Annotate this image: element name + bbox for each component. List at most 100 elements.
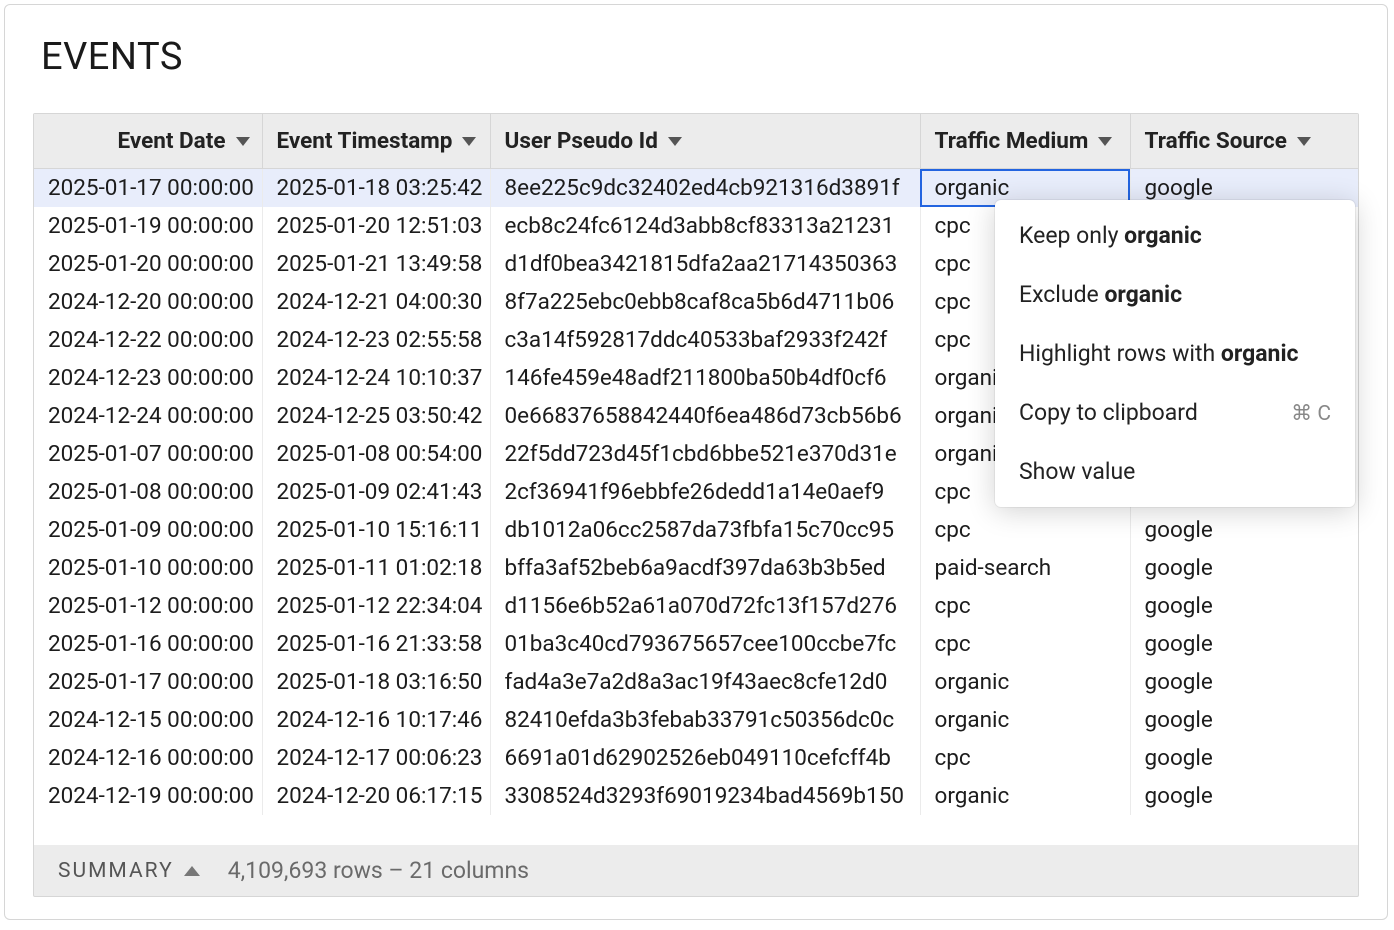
table-row[interactable]: 2025-01-12 00:00:002025-01-12 22:34:04d1…: [34, 587, 1358, 625]
table-row[interactable]: 2025-01-16 00:00:002025-01-16 21:33:5801…: [34, 625, 1358, 663]
cell-user-pseudo-id[interactable]: db1012a06cc2587da73fbfa15c70cc95: [490, 511, 920, 549]
col-label: Traffic Source: [1145, 128, 1287, 154]
table-row[interactable]: 2024-12-15 00:00:002024-12-16 10:17:4682…: [34, 701, 1358, 739]
col-header-traffic-source[interactable]: Traffic Source: [1130, 114, 1358, 169]
caret-down-icon: [1098, 137, 1112, 146]
cell-user-pseudo-id[interactable]: fad4a3e7a2d8a3ac19f43aec8cfe12d0: [490, 663, 920, 701]
cell-event-date[interactable]: 2025-01-16 00:00:00: [34, 625, 262, 663]
cell-event-timestamp[interactable]: 2025-01-20 12:51:03: [262, 207, 490, 245]
cell-traffic-source[interactable]: google: [1130, 587, 1358, 625]
events-panel: EVENTS Event Date: [4, 4, 1388, 920]
cell-traffic-medium[interactable]: cpc: [920, 739, 1130, 777]
cell-user-pseudo-id[interactable]: 8f7a225ebc0ebb8caf8ca5b6d4711b06: [490, 283, 920, 321]
cell-traffic-medium[interactable]: cpc: [920, 511, 1130, 549]
caret-down-icon: [236, 137, 250, 146]
chevron-up-icon: [184, 866, 200, 876]
table-row[interactable]: 2025-01-10 00:00:002025-01-11 01:02:18bf…: [34, 549, 1358, 587]
cell-event-date[interactable]: 2024-12-15 00:00:00: [34, 701, 262, 739]
cell-event-date[interactable]: 2025-01-12 00:00:00: [34, 587, 262, 625]
menu-copy-clipboard[interactable]: Copy to clipboard ⌘ C: [995, 383, 1355, 442]
table-row[interactable]: 2024-12-16 00:00:002024-12-17 00:06:2366…: [34, 739, 1358, 777]
cell-traffic-source[interactable]: google: [1130, 663, 1358, 701]
cell-event-date[interactable]: 2025-01-10 00:00:00: [34, 549, 262, 587]
cell-event-timestamp[interactable]: 2025-01-11 01:02:18: [262, 549, 490, 587]
cell-user-pseudo-id[interactable]: 8ee225c9dc32402ed4cb921316d3891f: [490, 169, 920, 208]
col-header-event-date[interactable]: Event Date: [34, 114, 262, 169]
cell-event-timestamp[interactable]: 2025-01-12 22:34:04: [262, 587, 490, 625]
cell-traffic-medium[interactable]: organic: [920, 663, 1130, 701]
cell-event-timestamp[interactable]: 2025-01-09 02:41:43: [262, 473, 490, 511]
cell-traffic-source[interactable]: google: [1130, 701, 1358, 739]
summary-toggle[interactable]: SUMMARY: [58, 859, 200, 883]
table-row[interactable]: 2025-01-09 00:00:002025-01-10 15:16:11db…: [34, 511, 1358, 549]
cell-traffic-medium[interactable]: paid-search: [920, 549, 1130, 587]
cell-user-pseudo-id[interactable]: c3a14f592817ddc40533baf2933f242f: [490, 321, 920, 359]
cell-event-date[interactable]: 2025-01-07 00:00:00: [34, 435, 262, 473]
cell-event-date[interactable]: 2025-01-17 00:00:00: [34, 663, 262, 701]
cell-event-timestamp[interactable]: 2024-12-16 10:17:46: [262, 701, 490, 739]
cell-user-pseudo-id[interactable]: 3308524d3293f69019234bad4569b150: [490, 777, 920, 815]
cell-user-pseudo-id[interactable]: 146fe459e48adf211800ba50b4df0cf6: [490, 359, 920, 397]
cell-event-date[interactable]: 2025-01-17 00:00:00: [34, 169, 262, 208]
cell-traffic-medium[interactable]: cpc: [920, 625, 1130, 663]
cell-event-timestamp[interactable]: 2024-12-21 04:00:30: [262, 283, 490, 321]
cell-event-date[interactable]: 2025-01-09 00:00:00: [34, 511, 262, 549]
cell-traffic-source[interactable]: google: [1130, 549, 1358, 587]
cell-traffic-source[interactable]: google: [1130, 777, 1358, 815]
cell-user-pseudo-id[interactable]: 0e66837658842440f6ea486d73cb56b6: [490, 397, 920, 435]
cell-traffic-source[interactable]: google: [1130, 739, 1358, 777]
cell-event-date[interactable]: 2024-12-24 00:00:00: [34, 397, 262, 435]
cell-traffic-medium[interactable]: cpc: [920, 587, 1130, 625]
summary-info: 4,109,693 rows – 21 columns: [228, 857, 529, 884]
cell-event-date[interactable]: 2024-12-20 00:00:00: [34, 283, 262, 321]
cell-event-timestamp[interactable]: 2024-12-20 06:17:15: [262, 777, 490, 815]
cell-event-timestamp[interactable]: 2025-01-16 21:33:58: [262, 625, 490, 663]
cell-user-pseudo-id[interactable]: d1156e6b52a61a070d72fc13f157d276: [490, 587, 920, 625]
cell-user-pseudo-id[interactable]: 2cf36941f96ebbfe26dedd1a14e0aef9: [490, 473, 920, 511]
cell-event-date[interactable]: 2025-01-19 00:00:00: [34, 207, 262, 245]
cell-event-date[interactable]: 2025-01-20 00:00:00: [34, 245, 262, 283]
cell-event-timestamp[interactable]: 2024-12-17 00:06:23: [262, 739, 490, 777]
cell-traffic-source[interactable]: google: [1130, 625, 1358, 663]
col-label: Event Timestamp: [277, 128, 453, 154]
col-header-user-pseudo-id[interactable]: User Pseudo Id: [490, 114, 920, 169]
cell-event-timestamp[interactable]: 2025-01-10 15:16:11: [262, 511, 490, 549]
cell-user-pseudo-id[interactable]: 82410efda3b3febab33791c50356dc0c: [490, 701, 920, 739]
col-header-event-timestamp[interactable]: Event Timestamp: [262, 114, 490, 169]
cell-event-timestamp[interactable]: 2025-01-18 03:16:50: [262, 663, 490, 701]
menu-exclude[interactable]: Exclude organic: [995, 265, 1355, 324]
cell-user-pseudo-id[interactable]: 22f5dd723d45f1cbd6bbe521e370d31e: [490, 435, 920, 473]
col-label: User Pseudo Id: [505, 128, 658, 154]
table-row[interactable]: 2024-12-19 00:00:002024-12-20 06:17:1533…: [34, 777, 1358, 815]
page-title: EVENTS: [5, 5, 1387, 79]
cell-user-pseudo-id[interactable]: ecb8c24fc6124d3abb8cf83313a21231: [490, 207, 920, 245]
menu-highlight-rows[interactable]: Highlight rows with organic: [995, 324, 1355, 383]
cell-event-timestamp[interactable]: 2025-01-18 03:25:42: [262, 169, 490, 208]
cell-event-timestamp[interactable]: 2024-12-25 03:50:42: [262, 397, 490, 435]
menu-keep-only[interactable]: Keep only organic: [995, 206, 1355, 265]
menu-show-value[interactable]: Show value: [995, 442, 1355, 501]
cell-user-pseudo-id[interactable]: 01ba3c40cd793675657cee100ccbe7fc: [490, 625, 920, 663]
cell-event-date[interactable]: 2024-12-22 00:00:00: [34, 321, 262, 359]
cell-event-date[interactable]: 2024-12-23 00:00:00: [34, 359, 262, 397]
menu-value: organic: [1124, 222, 1202, 249]
cell-event-timestamp[interactable]: 2025-01-21 13:49:58: [262, 245, 490, 283]
cell-event-date[interactable]: 2025-01-08 00:00:00: [34, 473, 262, 511]
cell-event-timestamp[interactable]: 2024-12-23 02:55:58: [262, 321, 490, 359]
cell-user-pseudo-id[interactable]: bffa3af52beb6a9acdf397da63b3b5ed: [490, 549, 920, 587]
cell-traffic-medium[interactable]: organic: [920, 701, 1130, 739]
cell-user-pseudo-id[interactable]: d1df0bea3421815dfa2aa21714350363: [490, 245, 920, 283]
cell-traffic-medium[interactable]: organic: [920, 777, 1130, 815]
cell-event-date[interactable]: 2024-12-16 00:00:00: [34, 739, 262, 777]
table-row[interactable]: 2025-01-17 00:00:002025-01-18 03:16:50fa…: [34, 663, 1358, 701]
col-header-traffic-medium[interactable]: Traffic Medium: [920, 114, 1130, 169]
col-label: Event Date: [117, 128, 225, 154]
cell-event-date[interactable]: 2024-12-19 00:00:00: [34, 777, 262, 815]
cell-traffic-source[interactable]: google: [1130, 511, 1358, 549]
cell-event-timestamp[interactable]: 2024-12-24 10:10:37: [262, 359, 490, 397]
caret-down-icon: [1297, 137, 1311, 146]
menu-value: organic: [1221, 340, 1299, 367]
cell-event-timestamp[interactable]: 2025-01-08 00:54:00: [262, 435, 490, 473]
cell-user-pseudo-id[interactable]: 6691a01d62902526eb049110cefcff4b: [490, 739, 920, 777]
col-label: Traffic Medium: [935, 128, 1089, 154]
